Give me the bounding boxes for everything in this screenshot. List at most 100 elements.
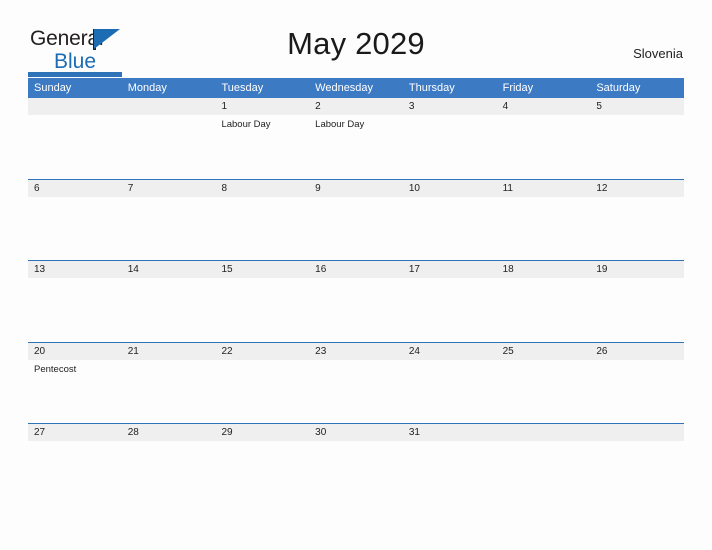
holiday-event: Labour Day (315, 119, 365, 130)
day-cell (497, 441, 591, 503)
day-cell[interactable] (403, 360, 497, 422)
calendar-week-row: 13 14 15 16 17 18 19 (28, 260, 684, 342)
day-number[interactable]: 6 (28, 180, 122, 197)
day-number[interactable]: 5 (590, 98, 684, 115)
day-cell[interactable]: Pentecost (28, 360, 122, 422)
weekday-header-thursday: Thursday (408, 82, 455, 94)
day-number[interactable]: 9 (309, 180, 403, 197)
holiday-event: Labour Day (221, 119, 271, 130)
page-header: General Blue May 2029 Slovenia (0, 0, 712, 77)
calendar-week-row: 27 28 29 30 31 (28, 423, 684, 505)
weekday-header-row: Sunday Monday Tuesday Wednesday Thursday Frid… (28, 78, 684, 98)
day-cell[interactable]: Labour Day (309, 115, 403, 177)
day-number[interactable]: 20 (28, 343, 122, 360)
page-title: May 2029 (287, 26, 425, 61)
week-date-band: 12345 (28, 98, 684, 115)
day-number[interactable]: 24 (403, 343, 497, 360)
day-number-empty (497, 424, 591, 441)
week-event-band: Pentecost (28, 360, 684, 422)
day-cell[interactable] (403, 441, 497, 503)
day-number[interactable]: 1 (215, 98, 309, 115)
day-cell[interactable] (215, 441, 309, 503)
day-cell[interactable] (497, 115, 591, 177)
day-cell[interactable] (497, 197, 591, 259)
region-label: Slovenia (633, 46, 683, 61)
day-number[interactable]: 29 (215, 424, 309, 441)
day-cell[interactable] (122, 278, 216, 340)
day-cell (122, 115, 216, 177)
day-cell[interactable] (497, 360, 591, 422)
week-event-band (28, 197, 684, 259)
day-cell (590, 441, 684, 503)
day-number[interactable]: 10 (403, 180, 497, 197)
day-number-empty (28, 98, 122, 115)
week-date-band: 13 14 15 16 17 18 19 (28, 261, 684, 278)
day-cell[interactable] (309, 360, 403, 422)
day-number-empty (122, 98, 216, 115)
day-number[interactable]: 27 (28, 424, 122, 441)
calendar-grid: Sunday Monday Tuesday Wednesday Thursday Frid… (28, 78, 684, 505)
week-date-band: 6 7 8 9 10 11 12 (28, 179, 684, 197)
day-cell[interactable] (215, 197, 309, 259)
day-cell[interactable] (28, 197, 122, 259)
day-cell[interactable] (403, 278, 497, 340)
day-number[interactable]: 13 (28, 261, 122, 278)
day-cell[interactable] (122, 360, 216, 422)
day-number[interactable]: 18 (497, 261, 591, 278)
calendar-weeks: 1 2 3 4 5 Labour Day Labour Day 6 7 8 9 10 11 12 13 14 1… (28, 98, 684, 505)
weekday-header-friday: Friday (502, 82, 534, 94)
weekday-header-saturday: Saturday (596, 82, 641, 94)
day-number[interactable]: 28 (122, 424, 216, 441)
day-cell[interactable] (403, 115, 497, 177)
holiday-event: Pentecost (34, 363, 77, 375)
week-event-band (28, 278, 684, 340)
day-number[interactable]: 21 (122, 343, 216, 360)
calendar-week-row: 20 21 22 23 24 25 26 Pentecost (28, 341, 684, 423)
day-cell[interactable] (215, 278, 309, 340)
week-date-band: 20 21 22 23 24 25 26 (28, 342, 684, 360)
day-cell[interactable] (590, 360, 684, 422)
week-date-band: 27 28 29 30 31 (28, 424, 684, 441)
day-number[interactable]: 17 (403, 261, 497, 278)
day-number[interactable]: 25 (497, 343, 591, 360)
day-cell[interactable] (215, 360, 309, 422)
day-number[interactable]: 22 (215, 343, 309, 360)
day-number[interactable]: 26 (590, 343, 684, 360)
day-cell[interactable]: Labour Day (215, 115, 309, 177)
day-cell[interactable] (309, 441, 403, 503)
day-cell[interactable] (590, 115, 684, 177)
day-cell[interactable] (309, 278, 403, 340)
day-number[interactable]: 16 (309, 261, 403, 278)
day-cell[interactable] (122, 197, 216, 259)
day-number[interactable]: 23 (309, 343, 403, 360)
day-number[interactable]: 12 (590, 180, 684, 197)
day-number[interactable]: 31 (403, 424, 497, 441)
day-number[interactable]: 2 (309, 98, 403, 115)
day-number[interactable]: 11 (497, 180, 591, 197)
day-number[interactable]: 7 (122, 180, 216, 197)
day-number[interactable]: 19 (590, 261, 684, 278)
logo-underline-divider (28, 72, 122, 77)
day-cell[interactable] (590, 197, 684, 259)
day-cell[interactable] (590, 278, 684, 340)
day-cell[interactable] (122, 441, 216, 503)
calendar-week-row: 6 7 8 9 10 11 12 (28, 178, 684, 260)
day-number[interactable]: 8 (215, 180, 309, 197)
weekday-header-wednesday: Wednesday (315, 82, 374, 94)
day-number[interactable]: 30 (309, 424, 403, 441)
day-number[interactable]: 14 (122, 261, 216, 278)
day-cell[interactable] (497, 278, 591, 340)
day-cell[interactable] (403, 197, 497, 259)
day-number[interactable]: 4 (497, 98, 591, 115)
day-cell[interactable] (28, 441, 122, 503)
day-number[interactable]: 15 (215, 261, 309, 278)
week-event-band: Labour Day Labour Day (28, 115, 684, 177)
weekday-header-tuesday: Tuesday (221, 82, 264, 94)
day-number-empty (590, 424, 684, 441)
day-number[interactable]: 3 (403, 98, 497, 115)
weekday-header-sunday: Sunday (34, 82, 72, 94)
day-cell[interactable] (309, 197, 403, 259)
day-cell (28, 115, 122, 177)
day-cell[interactable] (28, 278, 122, 340)
calendar-week-row: 1 2 3 4 5 Labour Day Labour Day (28, 98, 684, 179)
